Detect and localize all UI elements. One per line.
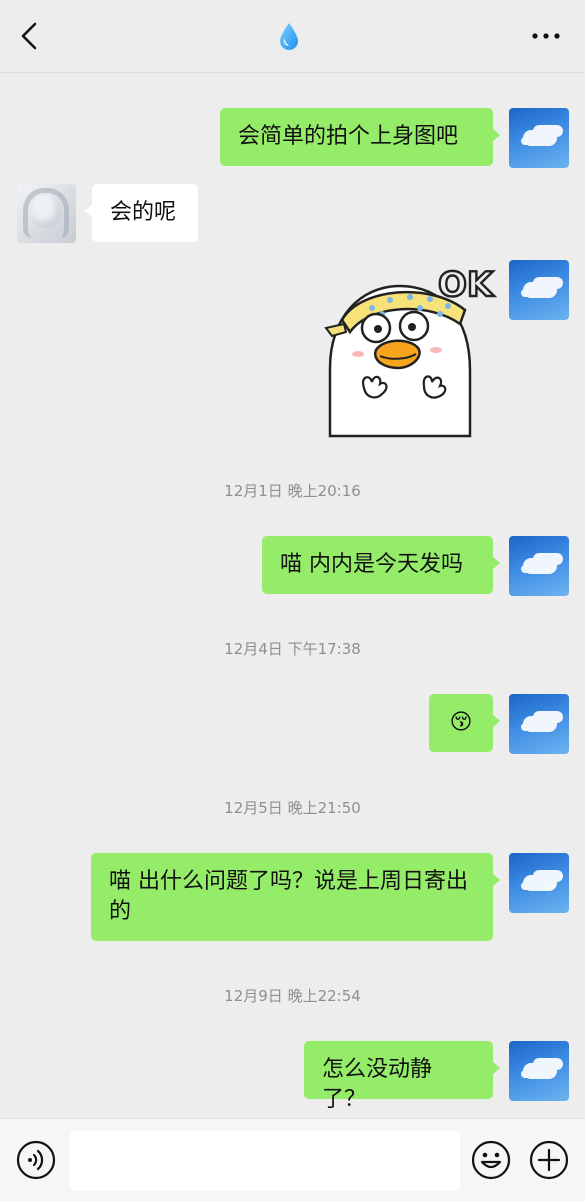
timestamp: 12月1日 晚上20:16 bbox=[224, 482, 361, 500]
message-text: 会的呢 bbox=[110, 200, 177, 225]
chevron-left-icon[interactable] bbox=[14, 20, 46, 52]
duck-ok-sticker[interactable]: OK bbox=[320, 258, 500, 438]
timestamp: 12月9日 晚上22:54 bbox=[224, 987, 361, 1005]
my-avatar[interactable] bbox=[509, 260, 569, 320]
kissing-emoji: 😚 bbox=[449, 710, 473, 735]
sticker-ok-text: OK bbox=[438, 265, 495, 305]
message-text: 喵 出什么问题了吗？说是上周日寄出的 bbox=[109, 869, 468, 924]
message-text: 喵 内内是今天发吗 bbox=[280, 552, 463, 577]
my-avatar[interactable] bbox=[509, 853, 569, 913]
my-avatar[interactable] bbox=[509, 1041, 569, 1101]
water-drop-icon bbox=[280, 23, 298, 50]
voice-icon[interactable] bbox=[16, 1140, 56, 1180]
message-bubble-me[interactable]: 会简单的拍个上身图吧 bbox=[220, 108, 500, 166]
input-bar bbox=[0, 1118, 585, 1201]
emoji-icon[interactable] bbox=[471, 1140, 511, 1180]
message-text: 怎么没动静了？ bbox=[322, 1057, 433, 1112]
timestamp: 12月5日 晚上21:50 bbox=[224, 799, 361, 817]
message-bubble-other[interactable]: 会的呢 bbox=[85, 184, 198, 242]
my-avatar[interactable] bbox=[509, 536, 569, 596]
chat-header bbox=[0, 0, 585, 73]
message-bubble-me[interactable]: 喵 出什么问题了吗？说是上周日寄出的 bbox=[91, 853, 500, 941]
more-dots-icon[interactable] bbox=[531, 28, 561, 44]
duck-sticker-image: OK bbox=[324, 264, 496, 438]
message-bubble-me[interactable]: 喵 内内是今天发吗 bbox=[262, 536, 500, 594]
contact-avatar[interactable] bbox=[17, 184, 76, 243]
plus-icon[interactable] bbox=[529, 1140, 569, 1180]
my-avatar[interactable] bbox=[509, 108, 569, 168]
message-text: 会简单的拍个上身图吧 bbox=[238, 124, 459, 149]
my-avatar[interactable] bbox=[509, 694, 569, 754]
message-bubble-me[interactable]: 😚 bbox=[429, 694, 500, 752]
message-input[interactable] bbox=[70, 1131, 460, 1191]
timestamp: 12月4日 下午17:38 bbox=[224, 640, 361, 658]
message-bubble-me[interactable]: 怎么没动静了？ bbox=[304, 1041, 500, 1112]
